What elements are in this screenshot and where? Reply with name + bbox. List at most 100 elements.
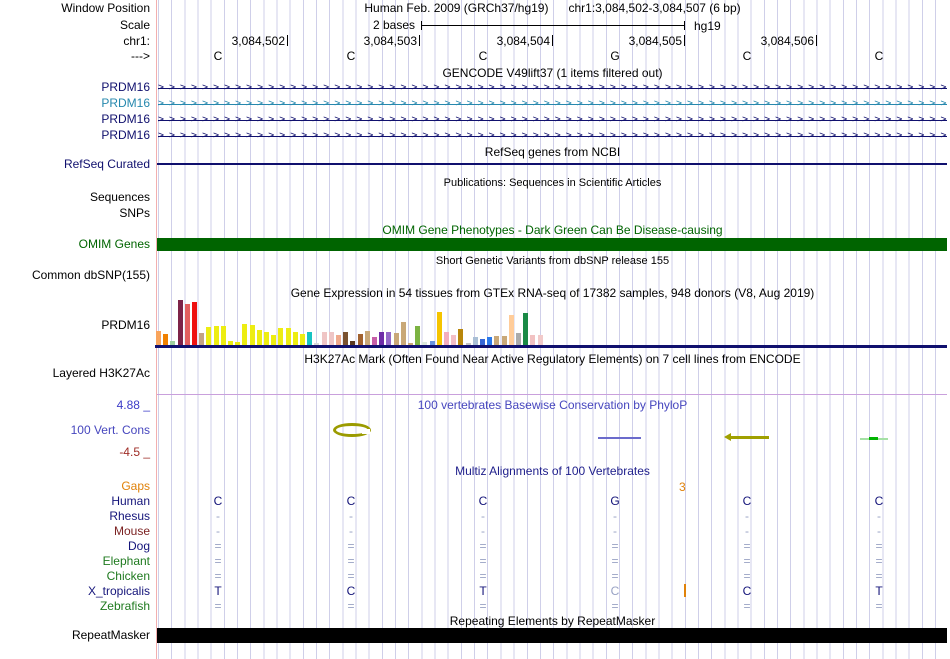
gtex-expression-bar[interactable] [487, 337, 493, 345]
multiz-aligned-base: = [611, 569, 619, 583]
track-label-100-vert-cons[interactable]: 100 Vert. Cons [0, 424, 150, 437]
multiz-aligned-base: - [613, 524, 617, 538]
multiz-aligned-base: - [216, 524, 220, 538]
refseq-gene-item[interactable] [157, 163, 947, 165]
omim-gene-item[interactable] [157, 238, 947, 251]
gtex-expression-bar[interactable] [336, 335, 341, 345]
multiz-aligned-base: = [611, 554, 619, 568]
gtex-expression-bar[interactable] [307, 332, 313, 345]
gtex-expression-bar[interactable] [321, 332, 327, 345]
track-label-sequences[interactable]: Sequences [0, 191, 150, 204]
gtex-expression-bar[interactable] [415, 326, 421, 345]
gtex-expression-bar[interactable] [292, 332, 298, 345]
phylop-score-glyph-c [333, 423, 371, 437]
track-label-refseq-curated[interactable]: RefSeq Curated [0, 158, 150, 171]
gtex-expression-bar[interactable] [156, 331, 161, 345]
track-label-prdm16[interactable]: PRDM16 [0, 81, 150, 94]
gtex-expression-bar[interactable] [393, 333, 399, 345]
position-label: 3,084,505 [628, 34, 682, 48]
multiz-species-label-elephant[interactable]: Elephant [0, 555, 150, 568]
gtex-expression-bar[interactable] [436, 312, 442, 345]
multiz-species-label-gaps[interactable]: Gaps [0, 480, 150, 493]
gtex-expression-bar[interactable] [271, 335, 277, 345]
track-label-common-dbsnp[interactable]: Common dbSNP(155) [0, 269, 150, 282]
transcript-arrow-row[interactable]: >>>>>>>>>>>>>>>>>>>>>>>>>>>>>>>>>>>>>>>>… [158, 130, 947, 141]
gtex-expression-bar[interactable] [242, 324, 248, 345]
multiz-aligned-base: = [347, 539, 355, 553]
gtex-expression-bar[interactable] [364, 331, 370, 345]
multiz-aligned-base: = [214, 554, 222, 568]
multiz-species-label-zebrafish[interactable]: Zebrafish [0, 600, 150, 613]
multiz-species-label-x_tropicalis[interactable]: X_tropicalis [0, 585, 150, 598]
gtex-expression-bar[interactable] [530, 335, 536, 345]
gtex-expression-bar[interactable] [184, 304, 190, 345]
multiz-aligned-base: C [742, 584, 752, 598]
phylop-score-glyph-blue-dash [598, 437, 641, 439]
multiz-species-label-chicken[interactable]: Chicken [0, 570, 150, 583]
gtex-expression-bar[interactable] [379, 332, 385, 345]
gtex-expression-bar[interactable] [422, 342, 428, 345]
multiz-species-label-rhesus[interactable]: Rhesus [0, 510, 150, 523]
transcript-arrow-row[interactable]: >>>>>>>>>>>>>>>>>>>>>>>>>>>>>>>>>>>>>>>>… [158, 82, 947, 93]
phylop-min-label: -4.5 _ [119, 445, 150, 459]
track-label-omim-genes[interactable]: OMIM Genes [0, 238, 150, 251]
reference-base: C [213, 49, 223, 63]
gtex-expression-bar[interactable] [537, 335, 543, 345]
track-label-repeatmasker[interactable]: RepeatMasker [0, 629, 150, 642]
gtex-expression-bar[interactable] [285, 328, 291, 345]
gtex-expression-bar[interactable] [256, 330, 262, 345]
multiz-species-label-dog[interactable]: Dog [0, 540, 150, 553]
gtex-expression-bar[interactable] [314, 343, 320, 345]
track-label-prdm16[interactable]: PRDM16 [0, 113, 150, 126]
track-label-layered-h3k27ac[interactable]: Layered H3K27Ac [0, 367, 150, 380]
gtex-expression-bar[interactable] [458, 329, 464, 345]
gtex-expression-bar[interactable] [235, 342, 241, 345]
gtex-expression-bar[interactable] [357, 334, 363, 345]
gtex-expression-bar[interactable] [206, 327, 212, 345]
repeatmasker-item[interactable] [157, 628, 947, 643]
gtex-expression-bar[interactable] [350, 341, 356, 345]
gtex-expression-bar[interactable] [343, 332, 349, 345]
multiz-aligned-base: = [743, 599, 751, 613]
gtex-expression-bar[interactable] [328, 332, 334, 345]
gtex-expression-bar[interactable] [300, 334, 305, 345]
gtex-expression-bar[interactable] [494, 336, 500, 345]
multiz-species-label-human[interactable]: Human [0, 495, 150, 508]
gtex-expression-bar[interactable] [508, 315, 514, 345]
gtex-expression-bar[interactable] [465, 343, 471, 345]
track-label-gtex-prdm16[interactable]: PRDM16 [0, 319, 150, 332]
gtex-expression-bar[interactable] [163, 334, 169, 345]
gtex-expression-bar[interactable] [192, 302, 197, 345]
gtex-expression-bar[interactable] [523, 313, 529, 345]
track-label-snps[interactable]: SNPs [0, 207, 150, 220]
gtex-expression-bar[interactable] [516, 333, 521, 345]
genome-browser-view: Window Position Scale chr1: ---> Human F… [0, 0, 950, 659]
gtex-expression-bar[interactable] [264, 332, 269, 345]
gtex-expression-bar[interactable] [386, 332, 392, 345]
gtex-expression-bar[interactable] [444, 332, 449, 345]
gtex-expression-bar[interactable] [451, 335, 457, 345]
gtex-expression-bar[interactable] [170, 341, 176, 345]
gtex-expression-bar[interactable] [429, 341, 435, 345]
gtex-expression-bar[interactable] [408, 343, 413, 345]
gtex-expression-bar[interactable] [501, 336, 507, 345]
multiz-aligned-base: = [875, 554, 883, 568]
gtex-expression-bar[interactable] [220, 326, 226, 345]
transcript-arrow-row[interactable]: >>>>>>>>>>>>>>>>>>>>>>>>>>>>>>>>>>>>>>>>… [158, 98, 947, 109]
gtex-expression-bar[interactable] [400, 322, 406, 345]
gtex-expression-bar[interactable] [228, 341, 233, 345]
track-label-prdm16[interactable]: PRDM16 [0, 129, 150, 142]
gtex-expression-bar[interactable] [177, 300, 183, 345]
transcript-arrow-row[interactable]: >>>>>>>>>>>>>>>>>>>>>>>>>>>>>>>>>>>>>>>>… [158, 114, 947, 125]
gtex-expression-bar[interactable] [213, 326, 219, 345]
gtex-expression-bar[interactable] [372, 337, 377, 345]
gtex-expression-bar[interactable] [472, 337, 478, 345]
multiz-species-label-mouse[interactable]: Mouse [0, 525, 150, 538]
chrom-label: chr1: [123, 34, 150, 48]
reference-base: C [346, 49, 356, 63]
gtex-expression-bar[interactable] [278, 328, 284, 345]
gtex-expression-bar[interactable] [249, 325, 255, 345]
gtex-expression-bar[interactable] [199, 333, 205, 345]
gtex-expression-bar[interactable] [480, 339, 485, 345]
track-label-prdm16[interactable]: PRDM16 [0, 97, 150, 110]
